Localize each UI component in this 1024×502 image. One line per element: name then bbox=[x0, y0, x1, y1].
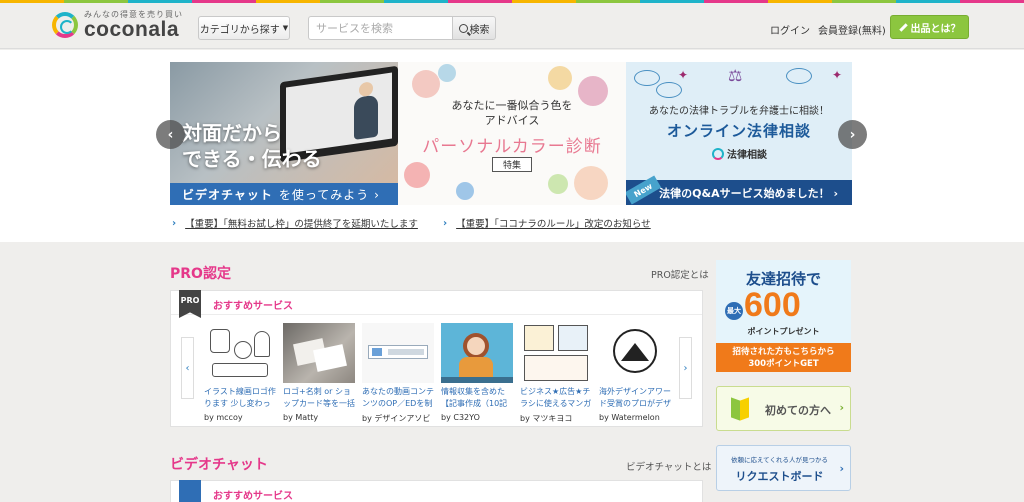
service-card[interactable]: 情報収集を含めた【記事作成（10記事） by C32YO bbox=[441, 323, 513, 422]
login-link[interactable]: ログイン bbox=[770, 22, 810, 37]
panel-label: おすすめサービス bbox=[213, 491, 293, 502]
cosmetic-decoration bbox=[412, 70, 440, 98]
banner-video-bar: ビデオチャット を使ってみよう › bbox=[170, 183, 398, 205]
banner-video-headline-1: 対面だから bbox=[182, 121, 282, 145]
carousel-next-button[interactable]: › bbox=[838, 120, 867, 149]
service-card-seller: by Watermelon bbox=[599, 413, 660, 422]
service-card[interactable]: イラスト線画ロゴ作ります 少し変わったロ by mccoy bbox=[204, 323, 276, 422]
person-image bbox=[354, 94, 378, 140]
banner-law-lead: あなたの法律トラブルを弁護士に相談！ bbox=[649, 106, 829, 117]
service-card-title: ビジネス★広告★チラシに使えるマンガ描き bbox=[520, 387, 592, 408]
banner-law-consult[interactable]: ✦ ✦ ⚖ あなたの法律トラブルを弁護士に相談！ オンライン法律相談 法律相談 … bbox=[626, 62, 852, 205]
chevron-right-icon: › bbox=[683, 362, 688, 374]
video-chat-section-title: ビデオチャット bbox=[170, 457, 268, 473]
video-camera-badge-icon bbox=[179, 480, 201, 502]
service-card-title: イラスト線画ロゴ作ります 少し変わったロ bbox=[204, 387, 276, 408]
service-card[interactable]: 海外デザインアワード受賞のプロがデザイン by Watermelon bbox=[599, 323, 671, 422]
friend-invite-bar: 招待された方もこちらから 300ポイントGET bbox=[716, 343, 851, 372]
chevron-left-icon: ‹ bbox=[167, 126, 174, 143]
service-thumbnail bbox=[283, 323, 355, 383]
service-card-seller: by Matty bbox=[283, 413, 319, 422]
logo-wordmark: coconala bbox=[84, 18, 180, 41]
speech-bubble-icon bbox=[656, 82, 682, 98]
search-button[interactable]: 検索 bbox=[452, 16, 496, 40]
hero-area: 対面だから できる・伝わる ビデオチャット を使ってみよう › あなたに一番似合う… bbox=[0, 50, 1024, 242]
banner-color-lead-2: アドバイス bbox=[484, 114, 540, 127]
search-input[interactable]: サービスを検索 bbox=[308, 16, 453, 40]
sparkle-icon: ✦ bbox=[678, 68, 689, 82]
chevron-right-icon: › bbox=[849, 126, 856, 143]
banner-color-title: パーソナルカラー診断 bbox=[422, 137, 602, 157]
request-board-button[interactable]: 依頼に応えてくれる人が見つかる リクエストボード › bbox=[716, 445, 851, 491]
banner-color-lead-1: あなたに一番似合う色を bbox=[451, 99, 573, 112]
chevron-right-icon: › bbox=[172, 217, 177, 229]
caret-down-icon: ▼ bbox=[282, 24, 289, 32]
service-card-seller: by デザインアソビ bbox=[362, 414, 431, 423]
video-chat-about-link[interactable]: ビデオチャットとは bbox=[626, 459, 711, 473]
beginner-mark-icon bbox=[731, 399, 749, 419]
site-header: みんなの得意を売り買い coconala カテゴリから探す ▼ サービスを検索 … bbox=[0, 3, 1024, 49]
speech-bubble-icon bbox=[786, 68, 812, 84]
service-card-seller: by mccoy bbox=[204, 413, 243, 422]
panel-label: おすすめサービス bbox=[213, 301, 293, 312]
banner-law-bar: 法律のQ&Aサービス始めました！ › bbox=[626, 180, 852, 205]
service-thumbnail bbox=[599, 323, 671, 383]
friend-invite-points-number: 600 bbox=[744, 286, 801, 324]
max-badge: 最大 bbox=[725, 302, 743, 320]
service-card-seller: by マツキヨコ bbox=[520, 414, 573, 423]
banner-video-headline-2: できる・伝わる bbox=[182, 147, 322, 171]
service-thumbnail bbox=[204, 323, 276, 383]
pro-badge: PRO bbox=[179, 290, 201, 318]
cards-prev-button[interactable]: ‹ bbox=[181, 337, 194, 399]
sparkle-icon: ✦ bbox=[832, 68, 843, 82]
first-time-label: 初めての方へ bbox=[765, 404, 831, 417]
category-dropdown-button[interactable]: カテゴリから探す ▼ bbox=[198, 16, 290, 40]
banner-personal-color[interactable]: あなたに一番似合う色を アドバイス パーソナルカラー診断 特集 bbox=[398, 62, 626, 205]
coconala-logo[interactable]: みんなの得意を売り買い coconala bbox=[52, 9, 183, 40]
pro-section-title: PRO認定 bbox=[170, 266, 231, 282]
notice-item[interactable]: › 【重要】「ココナラのルール」改定のお知らせ bbox=[443, 216, 651, 231]
service-card-title: あなたの動画コンテンツのOP／EDを制作し bbox=[362, 387, 434, 408]
service-card[interactable]: ロゴ+名刺 or ショップカード等を一括製作 by Matty bbox=[283, 323, 355, 422]
pro-recommend-panel: PRO おすすめサービス ‹ › イラスト線画ロゴ作ります 少し変わったロ by… bbox=[170, 290, 703, 427]
pro-about-link[interactable]: PRO認定とは bbox=[651, 267, 709, 281]
chevron-right-icon: › bbox=[839, 401, 844, 414]
register-link[interactable]: 会員登録(無料) bbox=[818, 22, 886, 37]
service-card-seller: by C32YO bbox=[441, 413, 480, 422]
banner-law-sub: 法律相談 bbox=[727, 150, 767, 161]
service-thumbnail bbox=[520, 323, 592, 383]
chevron-left-icon: ‹ bbox=[185, 362, 190, 374]
cards-next-button[interactable]: › bbox=[679, 337, 692, 399]
video-chat-recommend-panel: おすすめサービス bbox=[170, 480, 703, 502]
service-card-title: ロゴ+名刺 or ショップカード等を一括製作 bbox=[283, 387, 355, 408]
request-board-caption: 依頼に応えてくれる人が見つかる bbox=[731, 456, 828, 464]
service-thumbnail bbox=[362, 323, 434, 383]
service-thumbnail bbox=[441, 323, 513, 383]
service-card[interactable]: ビジネス★広告★チラシに使えるマンガ描き by マツキヨコ bbox=[520, 323, 592, 424]
sell-about-button[interactable]: 出品とは？ bbox=[890, 15, 969, 39]
friend-invite-points-label: ポイントプレゼント bbox=[747, 327, 820, 336]
chevron-right-icon: › bbox=[839, 462, 844, 475]
service-card[interactable]: あなたの動画コンテンツのOP／EDを制作し by デザインアソビ bbox=[362, 323, 434, 424]
coconala-mini-icon bbox=[712, 147, 724, 160]
chevron-right-icon: › bbox=[443, 217, 448, 229]
banner-color-tag: 特集 bbox=[492, 157, 532, 172]
request-board-label: リクエストボード bbox=[735, 470, 824, 483]
service-card-title: 海外デザインアワード受賞のプロがデザイン bbox=[599, 387, 671, 408]
first-time-guide-button[interactable]: 初めての方へ › bbox=[716, 386, 851, 431]
scales-icon: ⚖ bbox=[728, 66, 743, 85]
service-card-title: 情報収集を含めた【記事作成（10記事） bbox=[441, 387, 508, 408]
banner-video-chat[interactable]: 対面だから できる・伝わる ビデオチャット を使ってみよう › bbox=[170, 62, 398, 205]
pencil-icon bbox=[898, 22, 908, 32]
friend-invite-banner[interactable]: 友達招待で 最大 600 ポイントプレゼント 招待された方もこちらから 300ポ… bbox=[716, 260, 851, 372]
speech-bubble-icon bbox=[634, 70, 660, 86]
carousel-prev-button[interactable]: ‹ bbox=[156, 120, 185, 149]
search-icon bbox=[458, 23, 468, 33]
banner-law-title: オンライン法律相談 bbox=[666, 122, 811, 140]
notice-item[interactable]: › 【重要】「無料お試し枠」の提供終了を延期いたします bbox=[172, 216, 418, 231]
coconala-logo-icon bbox=[52, 11, 78, 38]
